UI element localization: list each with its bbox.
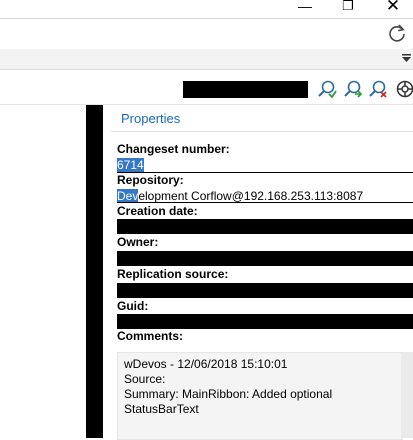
close-button[interactable]: ✕ [378, 0, 408, 15]
title-bar: — ❐ ✕ [0, 0, 413, 18]
address-bar[interactable] [0, 18, 413, 50]
redacted-guid [117, 314, 413, 329]
repository-selected-text[interactable]: Dev [117, 189, 139, 203]
minimize-button[interactable]: — [290, 0, 320, 15]
comments-scrollbar[interactable] [401, 352, 413, 438]
toolbar [0, 70, 413, 105]
guid-label: Guid: [117, 299, 149, 313]
repository-label: Repository: [117, 173, 184, 187]
replication-source-label: Replication source: [117, 267, 229, 281]
owner-label: Owner: [117, 235, 159, 249]
changeset-number[interactable]: 6714 [117, 158, 144, 172]
options-strip [0, 49, 413, 70]
comments-text[interactable]: wDevos - 12/06/2018 15:10:01 Source: Sum… [124, 357, 332, 417]
find-next-icon[interactable] [343, 79, 363, 99]
repository-text[interactable]: elopment Corflow@192.168.253.113:8087 [138, 189, 363, 203]
changeset-label: Changeset number: [117, 142, 230, 156]
redacted-replication-source [117, 283, 413, 298]
find-icon[interactable] [317, 79, 337, 99]
comments-box[interactable]: wDevos - 12/06/2018 15:10:01 Source: Sum… [117, 352, 403, 440]
maximize-button[interactable]: ❐ [333, 0, 363, 15]
find-clear-icon[interactable] [368, 79, 388, 99]
pane-splitter[interactable] [86, 105, 103, 438]
properties-title: Properties [121, 111, 181, 126]
dropdown-arrow-icon[interactable] [402, 54, 411, 63]
changeset-value[interactable]: 6714 [117, 158, 144, 172]
repository-value[interactable]: Development Corflow@192.168.253.113:8087 [117, 189, 363, 203]
left-pane [0, 105, 86, 438]
redacted-creation-date [117, 219, 413, 234]
refresh-icon[interactable] [387, 23, 407, 43]
comments-label: Comments: [117, 329, 184, 343]
properties-panel: Properties Changeset number: 6714 Reposi… [103, 105, 413, 440]
settings-icon[interactable] [395, 79, 413, 99]
creation-date-label: Creation date: [117, 204, 198, 218]
divider [117, 202, 413, 203]
header-divider [111, 131, 413, 132]
redacted-search-field[interactable] [183, 81, 308, 98]
redacted-owner [117, 251, 413, 266]
